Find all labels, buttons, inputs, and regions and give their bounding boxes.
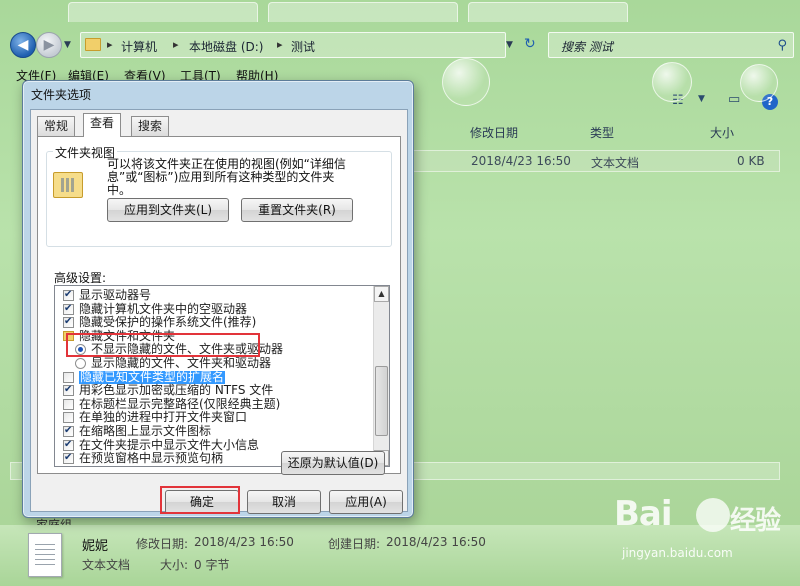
decorative-bubble-icon — [740, 64, 778, 102]
file-row[interactable]: 2018/4/23 16:50 文本文档 0 KB — [410, 150, 780, 172]
scroll-up-icon[interactable]: ▲ — [374, 286, 389, 302]
address-history-chevron-icon[interactable]: ▼ — [506, 40, 513, 50]
breadcrumb-separator-icon[interactable]: ▸ — [107, 38, 113, 51]
dialog-client: 常规 查看 搜索 文件夹视图 可以将该文件夹正在使用的视图(例如“详细信 息”或… — [30, 109, 408, 514]
back-arrow-icon: ◀ — [17, 37, 29, 53]
checkbox-icon[interactable] — [63, 371, 74, 383]
advanced-setting-label: 在标题栏显示完整路径(仅限经典主题) — [79, 396, 281, 411]
text-document-icon — [28, 533, 62, 577]
recent-pages-chevron-icon[interactable]: ▼ — [64, 40, 71, 50]
address-bar[interactable]: ▸ 计算机 ▸ 本地磁盘 (D:) ▸ 测试 — [80, 32, 506, 58]
apply-button[interactable]: 应用(A) — [329, 490, 403, 514]
decorative-bubble-icon — [442, 58, 490, 106]
advanced-setting-label: 用彩色显示加密或压缩的 NTFS 文件 — [79, 383, 274, 398]
tab-search[interactable]: 搜索 — [131, 116, 170, 136]
forward-button[interactable]: ▶ — [36, 32, 62, 58]
highlight-hide-extensions — [66, 333, 260, 357]
file-modified-date: 2018/4/23 16:50 — [471, 154, 571, 168]
preview-pane-icon[interactable]: ▭ — [728, 92, 740, 107]
advanced-settings-label: 高级设置: — [54, 271, 107, 285]
advanced-setting-row[interactable]: 显示隐藏的文件、文件夹和驱动器 — [55, 357, 375, 371]
view-tab-panel: 文件夹视图 可以将该文件夹正在使用的视图(例如“详细信 息”或“图标”)应用到所… — [37, 136, 401, 474]
scroll-thumb[interactable] — [375, 366, 388, 436]
checkbox-icon[interactable] — [63, 412, 74, 424]
details-modified-value: 2018/4/23 16:50 — [194, 535, 294, 549]
advanced-setting-label: 在缩略图上显示文件图标 — [79, 424, 212, 438]
radio-icon[interactable] — [75, 358, 86, 369]
tab-view[interactable]: 查看 — [83, 113, 122, 137]
background-tab[interactable] — [268, 2, 458, 22]
view-options-chevron-icon[interactable]: ▼ — [698, 94, 705, 104]
checkbox-checked-icon[interactable] — [63, 288, 74, 301]
folder-view-desc-line: 中。 — [107, 183, 132, 197]
checkbox-checked-icon[interactable] — [63, 315, 74, 329]
column-type[interactable]: 类型 — [590, 124, 614, 141]
column-size[interactable]: 大小 — [710, 124, 734, 141]
refresh-icon[interactable]: ↻ — [524, 36, 536, 52]
breadcrumb-separator-icon[interactable]: ▸ — [173, 38, 179, 51]
folder-view-desc-line: 息”或“图标”)应用到所有这种类型的文件夹 — [107, 170, 335, 184]
reset-folders-button[interactable]: 重置文件夹(R) — [241, 198, 353, 222]
checkbox-checked-icon[interactable] — [63, 383, 74, 397]
advanced-setting-label: 在单独的进程中打开文件夹窗口 — [79, 410, 248, 425]
highlight-ok-button — [160, 486, 240, 514]
search-box[interactable]: 搜索 测试 ⚲ — [548, 32, 794, 58]
checkbox-checked-icon[interactable] — [63, 424, 74, 437]
advanced-setting-label: 在文件夹提示中显示文件大小信息 — [79, 437, 260, 452]
advanced-setting-row[interactable]: 显示驱动器号 — [55, 288, 375, 303]
details-pane: 妮妮 文本文档 修改日期: 2018/4/23 16:50 创建日期: 2018… — [0, 525, 800, 586]
column-modified-date[interactable]: 修改日期 — [470, 124, 518, 141]
breadcrumb-computer[interactable]: 计算机 — [121, 38, 157, 55]
advanced-setting-label: 显示驱动器号 — [79, 288, 152, 302]
advanced-setting-label: 隐藏受保护的操作系统文件(推荐) — [79, 315, 257, 330]
file-list-header: 修改日期 类型 大小 — [410, 120, 780, 142]
advanced-setting-label: 在预览窗格中显示预览句柄 — [79, 451, 224, 466]
checkbox-icon[interactable] — [63, 398, 74, 410]
folder-view-description: 可以将该文件夹正在使用的视图(例如“详细信 息”或“图标”)应用到所有这种类型的… — [107, 158, 389, 197]
search-icon[interactable]: ⚲ — [777, 38, 787, 53]
apply-to-folders-button[interactable]: 应用到文件夹(L) — [107, 198, 229, 222]
file-size: 0 KB — [737, 154, 765, 168]
advanced-setting-label: 显示隐藏的文件、文件夹和驱动器 — [91, 356, 272, 370]
details-file-type: 文本文档 — [82, 558, 131, 572]
checkbox-checked-icon[interactable] — [63, 438, 74, 451]
background-tab[interactable] — [468, 2, 628, 22]
advanced-setting-label: 隐藏计算机文件夹中的空驱动器 — [79, 301, 248, 316]
breadcrumb-test[interactable]: 测试 — [291, 38, 315, 55]
advanced-setting-label: 隐藏已知文件类型的扩展名 — [79, 369, 226, 384]
file-type: 文本文档 — [591, 156, 640, 170]
advanced-settings-tree: 显示驱动器号隐藏计算机文件夹中的空驱动器隐藏受保护的操作系统文件(推荐)隐藏文件… — [54, 285, 390, 467]
dialog-title: 文件夹选项 — [31, 88, 92, 102]
breadcrumb-separator-icon[interactable]: ▸ — [277, 38, 283, 51]
folder-view-icon — [53, 172, 83, 198]
address-row: ◀ ▶ ▼ ▸ 计算机 ▸ 本地磁盘 (D:) ▸ 测试 ▼ ↻ 搜索 测试 ⚲ — [0, 28, 800, 62]
checkbox-checked-icon[interactable] — [63, 451, 74, 465]
folder-view-group: 文件夹视图 可以将该文件夹正在使用的视图(例如“详细信 息”或“图标”)应用到所… — [46, 144, 392, 247]
decorative-bubble-icon — [652, 62, 692, 102]
checkbox-checked-icon[interactable] — [63, 302, 74, 315]
restore-defaults-button[interactable]: 还原为默认值(D) — [281, 451, 385, 475]
advanced-setting-row[interactable]: 在缩略图上显示文件图标 — [55, 424, 375, 439]
tab-general[interactable]: 常规 — [37, 116, 76, 136]
back-button[interactable]: ◀ — [10, 32, 36, 58]
details-size-value: 0 字节 — [194, 558, 230, 572]
search-input[interactable]: 搜索 测试 — [561, 38, 613, 55]
details-modified-label: 修改日期: — [136, 537, 189, 551]
details-size-label: 大小: — [160, 558, 189, 572]
details-created-label: 创建日期: — [328, 537, 381, 551]
taskbar-tab-strip — [0, 0, 800, 24]
details-file-name: 妮妮 — [82, 539, 109, 554]
details-created-value: 2018/4/23 16:50 — [386, 535, 486, 549]
folder-icon — [85, 38, 101, 51]
tree-vertical-scrollbar[interactable]: ▲ ▼ — [373, 286, 389, 466]
folder-options-dialog: 文件夹选项 常规 查看 搜索 文件夹视图 可以将该文件夹正在使用的视图(例如“详… — [22, 80, 414, 518]
cancel-button[interactable]: 取消 — [247, 490, 321, 514]
background-tab[interactable] — [68, 2, 258, 22]
breadcrumb-drive-d[interactable]: 本地磁盘 (D:) — [189, 38, 263, 55]
forward-arrow-icon: ▶ — [43, 37, 55, 53]
